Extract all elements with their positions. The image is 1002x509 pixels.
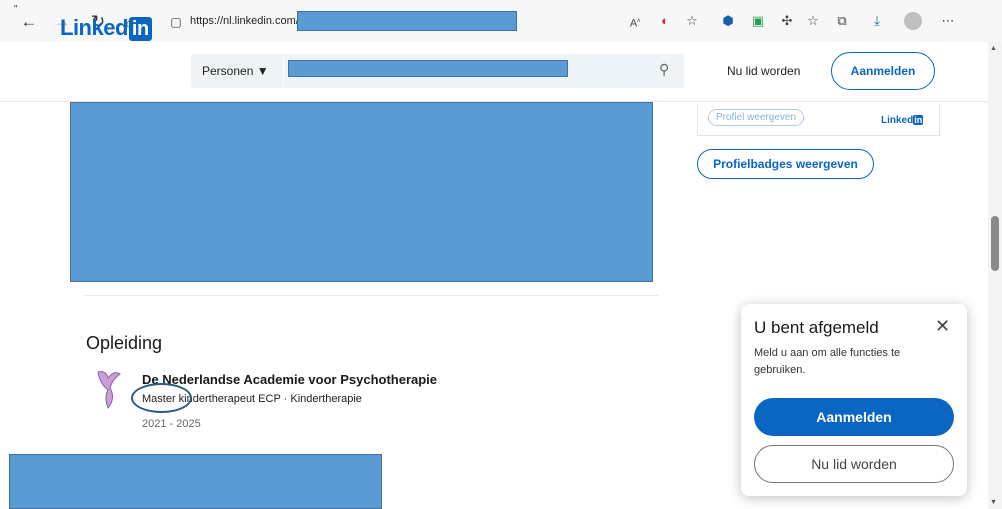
scroll-up-icon[interactable]: ▲ (990, 45, 997, 52)
redacted-content-block-bottom (9, 454, 382, 509)
annotation-circle (131, 383, 192, 413)
school-logo-icon[interactable] (94, 368, 124, 412)
address-bar-url[interactable]: https://nl.linkedin.com/in/ (190, 15, 310, 27)
collections-icon[interactable]: ⧉ (834, 13, 850, 29)
search-divider (283, 56, 284, 86)
scrollbar-thumb[interactable] (991, 216, 999, 271)
mini-logo-text: Linked (881, 115, 914, 126)
join-button[interactable]: Nu lid worden (727, 64, 800, 78)
mini-logo-in: in (913, 115, 924, 125)
popup-description: Meld u aan om alle functies te gebruiken… (754, 347, 901, 376)
redacted-search-input (288, 60, 568, 77)
section-divider (85, 295, 658, 296)
tracking-icon[interactable]: ◐ (657, 13, 673, 29)
logo-in: in (128, 17, 152, 41)
profile-icon[interactable] (904, 12, 922, 30)
search-icon[interactable]: ⚲ (659, 61, 669, 78)
read-aloud-icon[interactable]: Aʌ (627, 13, 643, 30)
scrollbar-track[interactable] (988, 42, 1002, 509)
popup-title: U bent afgemeld (754, 318, 879, 337)
more-icon[interactable]: ⋯ (940, 13, 956, 29)
downloads-icon[interactable]: ⤓ (869, 13, 885, 29)
profile-badges-button[interactable]: Profielbadges weergeven (697, 149, 874, 179)
lock-icon[interactable]: ▢ (166, 12, 186, 32)
redacted-url (297, 11, 517, 31)
logo-text: Linked (60, 15, 128, 40)
extension-icon[interactable]: ▣ (750, 13, 766, 29)
linkedin-logo[interactable]: Linked in (60, 15, 152, 41)
quote-glyph: " (14, 4, 18, 15)
view-profile-button[interactable]: Profiel weergeven (708, 109, 805, 126)
back-icon[interactable]: ← (19, 12, 39, 32)
school-name[interactable]: De Nederlandse Academie voor Psychothera… (142, 372, 437, 387)
search-scope-dropdown[interactable]: Personen ▼ (202, 64, 269, 78)
redacted-content-block (70, 102, 653, 282)
close-icon[interactable]: ✕ (935, 316, 950, 337)
extension-icon[interactable]: ⬢ (720, 13, 736, 29)
extensions-icon[interactable]: ✣ (779, 13, 795, 29)
popup-join-button[interactable]: Nu lid worden (754, 445, 954, 483)
education-years: 2021 - 2025 (142, 418, 201, 430)
signin-button[interactable]: Aanmelden (831, 52, 935, 90)
scroll-down-icon[interactable]: ▼ (990, 499, 997, 506)
popup-signin-button[interactable]: Aanmelden (754, 398, 954, 436)
favorite-icon[interactable]: ☆ (684, 13, 700, 29)
favorites-icon[interactable]: ☆ (805, 13, 821, 29)
mini-linkedin-logo: Linkedin (881, 115, 924, 126)
education-section-title: Opleiding (86, 333, 163, 353)
